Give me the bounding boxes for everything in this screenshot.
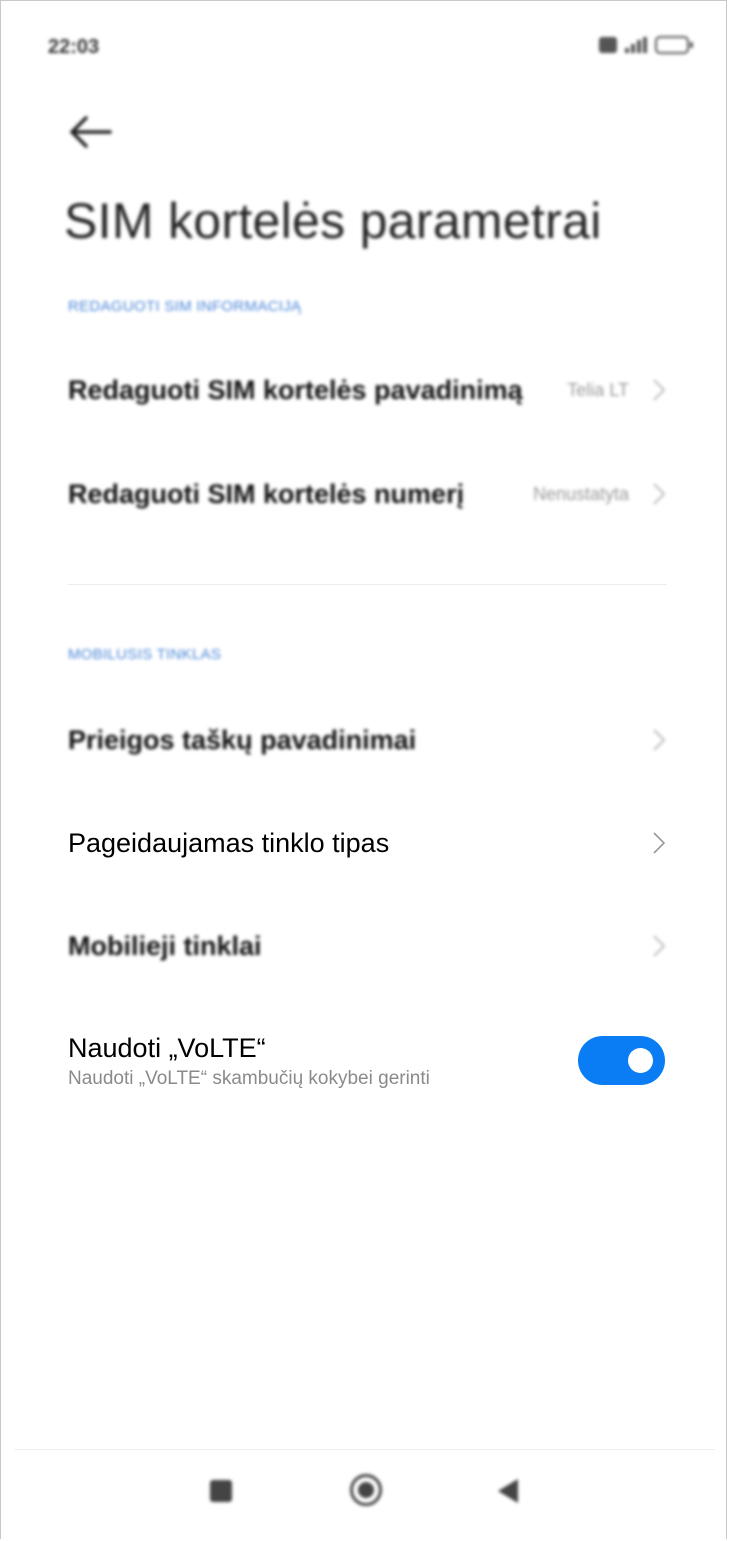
home-circle-icon[interactable] [350, 1474, 382, 1506]
nav-bar-divider [14, 1449, 715, 1450]
chevron-right-icon [653, 729, 666, 751]
sim-number-label: Redaguoti SIM kortelės numerį [68, 478, 465, 509]
preferred-network-type-label: Pageidaujamas tinklo tipas [68, 827, 390, 858]
status-icons [599, 36, 693, 54]
apn-label: Prieigos taškų pavadinimai [68, 724, 417, 755]
chevron-right-icon [653, 832, 666, 854]
recents-square-icon[interactable] [210, 1480, 232, 1502]
back-triangle-icon[interactable] [498, 1479, 518, 1503]
back-arrow-icon[interactable] [66, 112, 114, 152]
volte-toggle[interactable] [578, 1036, 665, 1085]
sim-number-value: Nenustatyta [532, 483, 629, 504]
sim-icon [599, 37, 617, 53]
section-divider [68, 584, 667, 585]
sim-name-label: Redaguoti SIM kortelės pavadinimą [68, 374, 523, 405]
preferred-network-type-row[interactable]: Pageidaujamas tinklo tipas [68, 813, 667, 873]
mobile-networks-label: Mobilieji tinklai [68, 930, 262, 961]
section-heading-sim-info: REDAGUOTI SIM INFORMACIJĄ [68, 298, 302, 315]
section-heading-mobile-network: MOBILUSIS TINKLAS [68, 646, 222, 663]
volte-title: Naudoti „VoLTE“ [68, 1033, 266, 1063]
sim-name-value: Telia LT [567, 379, 629, 400]
volte-row[interactable]: Naudoti „VoLTE“ Naudoti „VoLTE“ skambuči… [68, 1033, 430, 1090]
page-title: SIM kortelės parametrai [64, 193, 602, 249]
signal-icon [625, 37, 647, 53]
sim-number-row[interactable]: Redaguoti SIM kortelės numerį Nenustatyt… [68, 464, 667, 524]
chevron-right-icon [653, 483, 666, 505]
sim-name-row[interactable]: Redaguoti SIM kortelės pavadinimą Telia … [68, 360, 667, 420]
battery-icon [655, 36, 693, 54]
mobile-networks-row[interactable]: Mobilieji tinklai [68, 916, 667, 976]
volte-subtitle: Naudoti „VoLTE“ skambučių kokybei gerint… [68, 1068, 430, 1089]
toggle-knob [628, 1048, 653, 1073]
chevron-right-icon [653, 379, 666, 401]
chevron-right-icon [653, 935, 666, 957]
apn-row[interactable]: Prieigos taškų pavadinimai [68, 710, 667, 770]
status-time: 22:03 [48, 36, 100, 58]
